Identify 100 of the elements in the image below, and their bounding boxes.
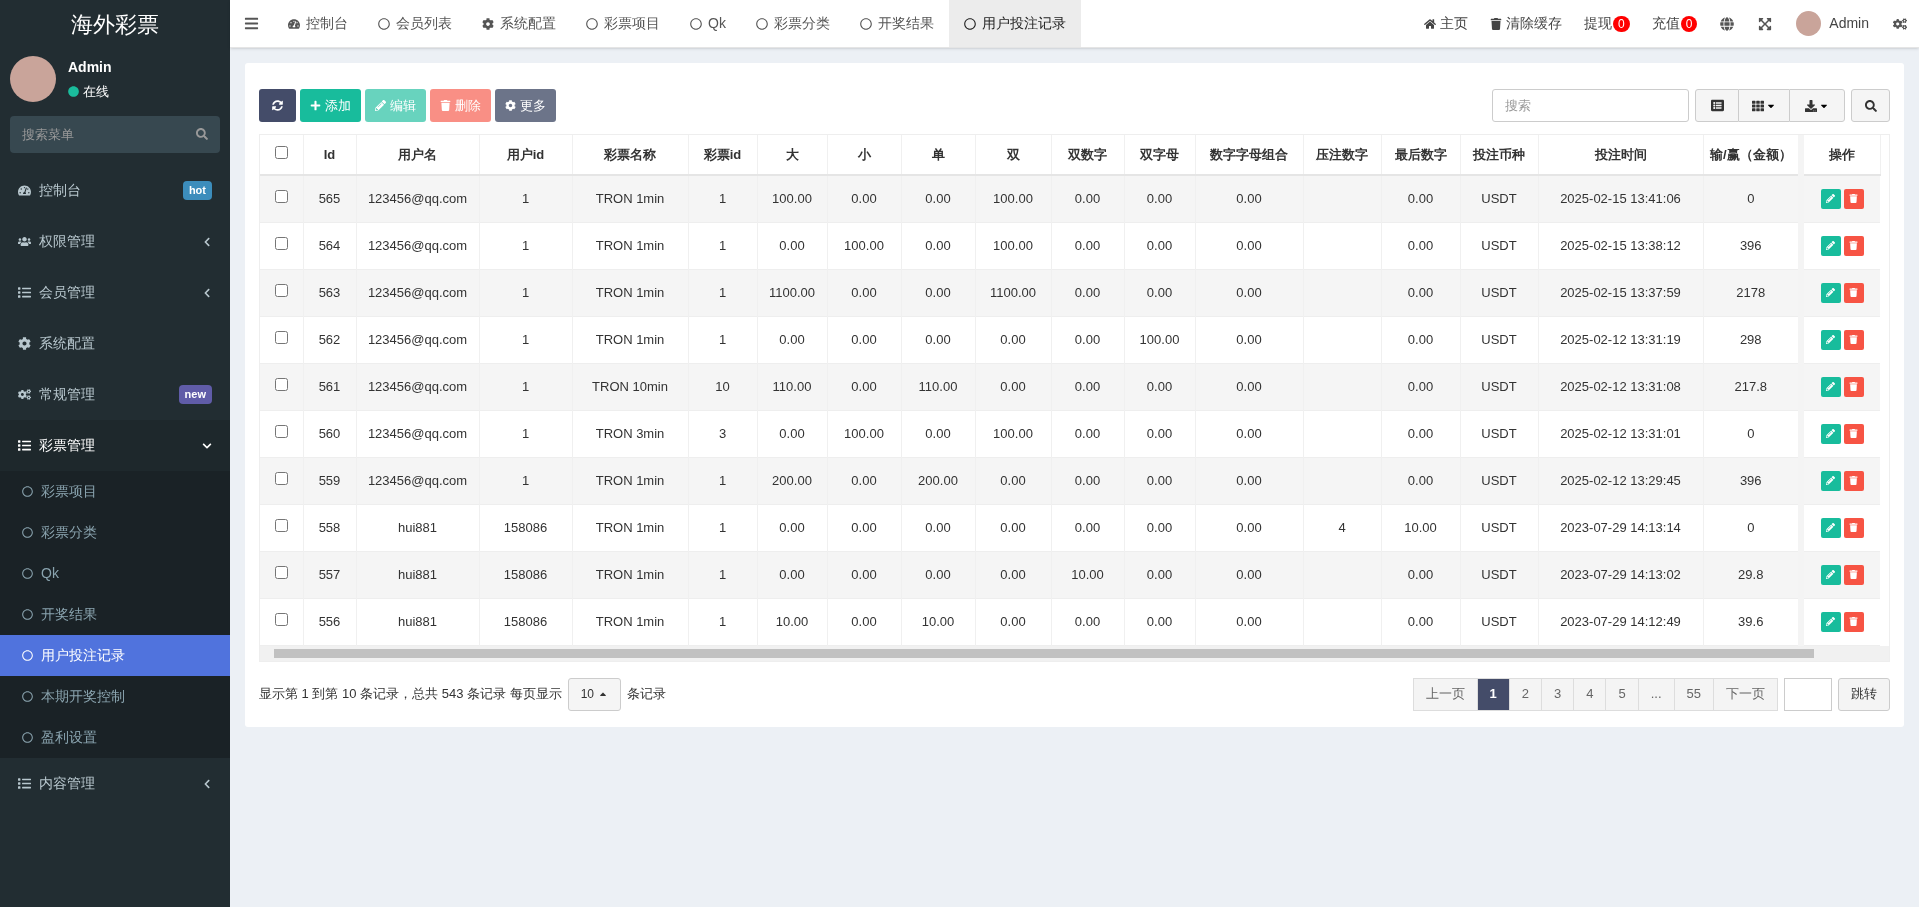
trash-icon xyxy=(1849,429,1858,438)
sidebar-item[interactable]: 系统配置 xyxy=(0,318,230,369)
refresh-button[interactable] xyxy=(259,89,296,122)
row-checkbox[interactable] xyxy=(274,424,288,438)
row-checkbox[interactable] xyxy=(274,377,288,391)
submenu-item[interactable]: 彩票分类 xyxy=(0,512,230,553)
gear-icon xyxy=(18,337,31,350)
top-link[interactable]: 充值 xyxy=(1651,13,1680,34)
row-checkbox[interactable] xyxy=(274,518,288,532)
table-cell: 0.00 xyxy=(1407,284,1434,300)
delete-button[interactable] xyxy=(1843,376,1864,397)
table-cell: 123456@qq.com xyxy=(367,425,468,441)
more-button[interactable]: 更多 xyxy=(495,89,556,122)
delete-button[interactable] xyxy=(1843,470,1864,491)
table-cell: 0.00 xyxy=(1236,613,1262,629)
nav-tab[interactable]: 开奖结果 xyxy=(844,0,949,47)
jump-button[interactable]: 跳转 xyxy=(1838,677,1890,711)
page-jump-field[interactable] xyxy=(1784,677,1832,711)
sidebar-item[interactable]: 权限管理 xyxy=(0,216,230,267)
trash-icon xyxy=(440,100,451,111)
table-cell: 0.00 xyxy=(1146,425,1173,441)
table-cell: 0.00 xyxy=(1074,472,1101,488)
page-button[interactable]: ... xyxy=(1637,677,1675,711)
toggle-view-button[interactable] xyxy=(1695,89,1739,122)
nav-tab[interactable]: Qk xyxy=(675,0,741,47)
menu-icon[interactable] xyxy=(244,16,259,31)
delete-button[interactable] xyxy=(1843,235,1864,256)
page-button[interactable]: 5 xyxy=(1605,677,1639,711)
page-button[interactable]: 4 xyxy=(1573,677,1607,711)
sidebar-item[interactable]: 内容管理 xyxy=(0,758,230,809)
page-button[interactable]: 2 xyxy=(1508,677,1542,711)
row-checkbox[interactable] xyxy=(274,565,288,579)
avatar xyxy=(10,56,56,102)
nav-tab[interactable]: 彩票项目 xyxy=(571,0,675,47)
table-cell: 1100.00 xyxy=(769,284,815,300)
menu-search-field[interactable]: 搜索菜单 xyxy=(10,116,220,153)
table-cell: TRON 1min xyxy=(595,613,665,629)
delete-button[interactable] xyxy=(1843,188,1864,209)
table-cell: 0.00 xyxy=(1074,613,1101,629)
row-checkbox[interactable] xyxy=(274,190,288,203)
nav-tab[interactable]: 彩票分类 xyxy=(740,0,845,47)
nav-tab[interactable]: 用户投注记录 xyxy=(948,0,1081,47)
row-checkbox[interactable] xyxy=(274,330,288,344)
submenu-item[interactable]: 用户投注记录 xyxy=(0,635,230,676)
delete-button[interactable] xyxy=(1843,329,1864,350)
sidebar-item[interactable]: 控制台 hot xyxy=(0,165,230,216)
edit-button[interactable] xyxy=(1820,235,1841,256)
table-cell: 561 xyxy=(318,378,341,394)
submenu-item[interactable]: 彩票项目 xyxy=(0,471,230,512)
table-cell: USDT xyxy=(1481,191,1517,206)
nav-tab[interactable]: 控制台 xyxy=(273,0,363,47)
submenu-item[interactable]: Qk xyxy=(0,553,230,594)
submenu-item[interactable]: 开奖结果 xyxy=(0,594,230,635)
table-cell: 200.00 xyxy=(918,472,958,488)
row-checkbox[interactable] xyxy=(274,236,288,250)
delete-button[interactable] xyxy=(1843,423,1864,444)
delete-button[interactable] xyxy=(1843,282,1864,303)
page-button[interactable]: 3 xyxy=(1541,677,1575,711)
row-checkbox[interactable] xyxy=(274,612,288,626)
top-link[interactable]: 清除缓存 xyxy=(1478,13,1573,34)
page-button[interactable]: 55 xyxy=(1673,677,1714,711)
row-checkbox[interactable] xyxy=(274,283,288,297)
edit-button[interactable] xyxy=(1820,376,1841,397)
column-header: 大 xyxy=(757,135,827,175)
sidebar-item[interactable]: 会员管理 xyxy=(0,267,230,318)
delete-button[interactable] xyxy=(1843,611,1864,632)
edit-button[interactable] xyxy=(1820,517,1841,538)
table-cell: 200.00 xyxy=(772,472,812,488)
columns-button[interactable] xyxy=(1739,89,1789,122)
page-button[interactable]: 1 xyxy=(1476,677,1510,711)
top-link[interactable]: 提现 xyxy=(1583,13,1612,34)
table-cell: 100.00 xyxy=(1139,331,1180,347)
edit-button[interactable] xyxy=(1820,282,1841,303)
delete-button[interactable] xyxy=(1843,564,1864,585)
row-checkbox[interactable] xyxy=(274,471,288,485)
page-button[interactable]: 下一页 xyxy=(1713,677,1778,711)
edit-button[interactable] xyxy=(1820,564,1841,585)
nav-tab[interactable]: 系统配置 xyxy=(467,0,571,47)
pagination-summary: 显示第 1 到第 10 条记录，总共 543 条记录 每页显示 xyxy=(259,685,562,704)
submenu-item[interactable]: 盈利设置 xyxy=(0,717,230,758)
edit-button[interactable] xyxy=(1820,188,1841,209)
column-header: 投注币种 xyxy=(1460,135,1538,175)
top-link[interactable]: 主页 xyxy=(1412,13,1479,34)
submenu-item[interactable]: 本期开奖控制 xyxy=(0,676,230,717)
edit-button[interactable] xyxy=(1820,470,1841,491)
edit-button[interactable] xyxy=(1820,423,1841,444)
edit-button[interactable] xyxy=(1820,329,1841,350)
nav-tab[interactable]: 会员列表 xyxy=(363,0,467,47)
search-button[interactable] xyxy=(1851,89,1890,122)
export-button[interactable] xyxy=(1789,89,1845,122)
user-menu[interactable]: Admin xyxy=(1829,13,1869,34)
sidebar-item[interactable]: 常规管理 new xyxy=(0,369,230,420)
delete-button[interactable] xyxy=(1843,517,1864,538)
table-cell: 2178 xyxy=(1736,284,1766,300)
table-cell: 100.00 xyxy=(993,425,1033,441)
select-all-checkbox[interactable] xyxy=(274,145,288,159)
page-size-select[interactable]: 10 xyxy=(567,677,622,711)
edit-button[interactable] xyxy=(1820,611,1841,632)
search-field[interactable]: 搜索 xyxy=(1492,89,1689,122)
page-button[interactable]: 上一页 xyxy=(1412,677,1478,711)
